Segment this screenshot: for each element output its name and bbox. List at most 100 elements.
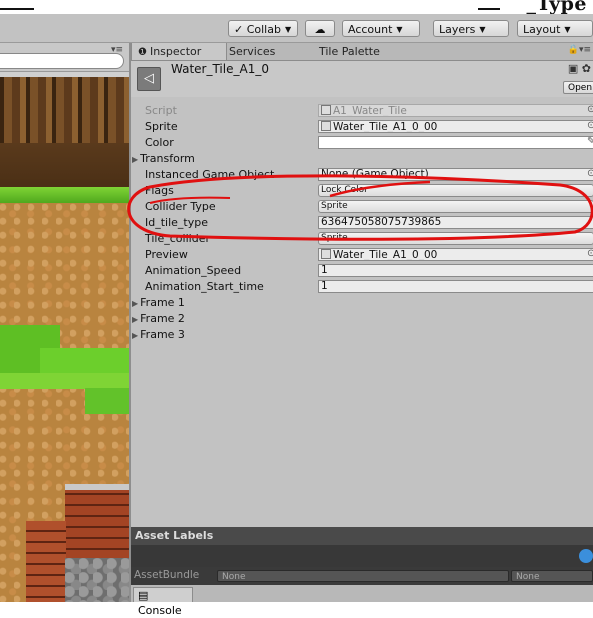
field-label-text: Frame 2 bbox=[140, 312, 185, 325]
instanced-object-field[interactable]: None (Game Object) bbox=[318, 168, 593, 181]
lock-icon[interactable]: 🔒▾≡ bbox=[568, 45, 591, 55]
layout-dropdown[interactable]: Layout ▼ bbox=[517, 20, 593, 37]
help-settings-icons[interactable]: ▣ ✿ bbox=[568, 62, 591, 75]
field-row-tile-collider: Tile_collider Sprite bbox=[131, 231, 593, 247]
brick-cap bbox=[65, 484, 129, 490]
field-row-sprite: Sprite Water_Tile_A1_0_00 ⊙ bbox=[131, 119, 593, 135]
script-icon bbox=[321, 105, 331, 115]
asset-bundle-label: AssetBundle bbox=[134, 569, 200, 581]
color-field[interactable] bbox=[318, 136, 593, 149]
object-picker-icon[interactable]: ⊙ bbox=[587, 120, 593, 131]
field-label-text: Frame 3 bbox=[140, 328, 185, 341]
field-label-text: Frame 1 bbox=[140, 296, 185, 309]
field-label: Script bbox=[145, 104, 177, 117]
asset-labels-title: Asset Labels bbox=[135, 529, 214, 542]
layout-label: Layout bbox=[523, 23, 561, 36]
chevron-down-icon: ▼ bbox=[564, 25, 571, 34]
tab-inspector-label: Inspector bbox=[149, 45, 202, 58]
cloud-button[interactable]: ☁ bbox=[305, 20, 335, 37]
grass-tiles bbox=[0, 373, 129, 389]
scene-search-input[interactable] bbox=[0, 53, 124, 69]
field-row-script: Script A1_Water_Tile ⊙ bbox=[131, 103, 593, 119]
grass-tiles bbox=[0, 187, 129, 203]
tile-collider-dropdown[interactable]: Sprite bbox=[318, 232, 593, 245]
info-icon: ❶ bbox=[138, 47, 147, 58]
stone-tiles bbox=[65, 558, 129, 602]
field-row-frame-2[interactable]: ▶ Frame 2 bbox=[131, 311, 593, 327]
field-row-preview: Preview Water_Tile_A1_0_00 ⊙ bbox=[131, 247, 593, 263]
account-button[interactable]: Account ▼ bbox=[342, 20, 420, 37]
brick-wall-tiles bbox=[26, 521, 66, 602]
cloud-icon: ☁ bbox=[314, 23, 326, 36]
animation-speed-field[interactable]: 1 bbox=[318, 264, 593, 277]
foldout-arrow-icon: ▶ bbox=[132, 331, 139, 340]
field-label: ▶ Frame 2 bbox=[132, 312, 185, 325]
asset-bundle-variant-dropdown[interactable]: None bbox=[511, 570, 593, 582]
top-cropped-strip: _Type bbox=[0, 0, 593, 14]
inspector-panel: ◁ Water_Tile_A1_0 ▣ ✿ Open Script A1_Wat… bbox=[131, 61, 593, 527]
layers-dropdown[interactable]: Layers ▼ bbox=[433, 20, 509, 37]
field-row-frame-3[interactable]: ▶ Frame 3 bbox=[131, 327, 593, 343]
account-label: Account bbox=[348, 23, 393, 36]
field-label: Id_tile_type bbox=[145, 216, 208, 229]
field-label: Sprite bbox=[145, 120, 178, 133]
underline-left bbox=[0, 8, 34, 10]
collab-check-icon: ✓ bbox=[234, 23, 244, 36]
animation-start-time-field[interactable]: 1 bbox=[318, 280, 593, 293]
field-label-text: Transform bbox=[140, 152, 195, 165]
tab-console-label: Console bbox=[138, 604, 182, 617]
field-label: Color bbox=[145, 136, 174, 149]
foldout-arrow-icon: ▶ bbox=[132, 155, 139, 164]
asset-labels-area bbox=[131, 545, 593, 567]
foldout-arrow-icon: ▶ bbox=[132, 299, 139, 308]
flags-dropdown[interactable]: Lock Color bbox=[318, 184, 593, 197]
object-name: Water_Tile_A1_0 bbox=[171, 62, 269, 76]
field-label: Collider Type bbox=[145, 200, 216, 213]
field-row-frame-1[interactable]: ▶ Frame 1 bbox=[131, 295, 593, 311]
field-label: ▶ Transform bbox=[132, 152, 195, 165]
object-picker-icon[interactable]: ⊙ bbox=[587, 168, 593, 179]
object-picker-icon[interactable]: ⊙ bbox=[587, 248, 593, 259]
foldout-arrow-icon: ▶ bbox=[132, 315, 139, 324]
field-label: ▶ Frame 3 bbox=[132, 328, 185, 341]
field-row-transform[interactable]: ▶ Transform bbox=[131, 151, 593, 167]
tab-services[interactable]: Services bbox=[223, 43, 281, 60]
tab-services-label: Services bbox=[229, 45, 276, 58]
id-tile-type-field[interactable]: 636475058075739865 bbox=[318, 216, 593, 229]
tab-console[interactable]: ▤ Console bbox=[133, 587, 193, 617]
grass-tiles bbox=[85, 388, 129, 414]
collab-button[interactable]: ✓ Collab ▼ bbox=[228, 20, 298, 37]
field-row-color: Color ✎ bbox=[131, 135, 593, 151]
field-row-instanced: Instanced Game Object None (Game Object)… bbox=[131, 167, 593, 183]
asset-labels-header[interactable]: Asset Labels bbox=[131, 527, 593, 545]
field-label: Preview bbox=[145, 248, 188, 261]
chevron-down-icon: ▼ bbox=[396, 25, 403, 34]
collider-type-dropdown[interactable]: Sprite bbox=[318, 200, 593, 213]
sprite-field[interactable]: Water_Tile_A1_0_00 bbox=[318, 120, 593, 133]
tile-asset-icon: ◁ bbox=[137, 67, 161, 91]
tag-icon[interactable] bbox=[579, 549, 593, 563]
field-row-id-tile-type: Id_tile_type 636475058075739865 bbox=[131, 215, 593, 231]
asset-bundle-dropdown[interactable]: None bbox=[217, 570, 509, 582]
scene-view[interactable]: ▾≡ bbox=[0, 43, 129, 602]
field-value: Water_Tile_A1_0_00 bbox=[333, 121, 438, 133]
field-value: Water_Tile_A1_0_00 bbox=[333, 249, 438, 261]
inspector-tabbar: ❶ Inspector Services Tile Palette 🔒▾≡ bbox=[131, 43, 593, 61]
tab-tile-palette[interactable]: Tile Palette bbox=[313, 43, 386, 60]
console-icon: ▤ bbox=[138, 589, 149, 602]
object-picker-icon[interactable]: ⊙ bbox=[587, 104, 593, 115]
field-label: Animation_Start_time bbox=[145, 280, 264, 293]
open-button[interactable]: Open bbox=[563, 81, 593, 94]
tab-tile-palette-label: Tile Palette bbox=[319, 45, 380, 58]
preview-field[interactable]: Water_Tile_A1_0_00 bbox=[318, 248, 593, 261]
eyedropper-icon[interactable]: ✎ bbox=[587, 136, 593, 147]
sprite-icon bbox=[321, 249, 331, 259]
cropped-heading: _Type bbox=[526, 0, 587, 14]
script-field[interactable]: A1_Water_Tile bbox=[318, 104, 593, 117]
scene-header: ▾≡ bbox=[0, 43, 129, 72]
field-label: Flags bbox=[145, 184, 174, 197]
field-label: Tile_collider bbox=[145, 232, 210, 245]
sprite-icon bbox=[321, 121, 331, 131]
tab-inspector[interactable]: ❶ Inspector bbox=[131, 43, 227, 60]
field-row-flags: Flags Lock Color bbox=[131, 183, 593, 199]
